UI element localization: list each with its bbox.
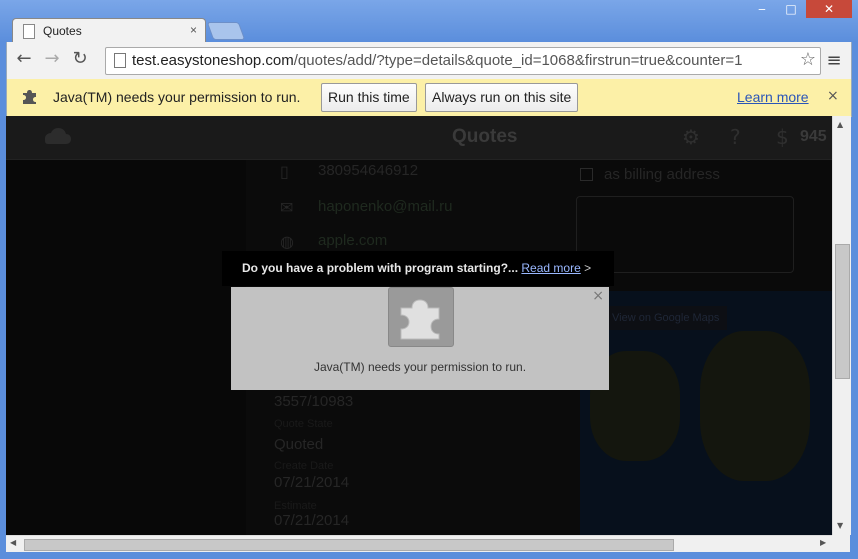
maximize-button[interactable]: □ <box>778 0 804 18</box>
contact-phone: 380954646912 <box>318 162 419 179</box>
reload-button[interactable]: ↻ <box>69 48 91 70</box>
window-frame-right <box>850 42 858 552</box>
plugin-infobar: Java(TM) needs your permission to run. R… <box>6 79 852 117</box>
puzzle-piece-icon <box>23 90 36 104</box>
scroll-left-icon[interactable]: ◀ <box>10 538 16 547</box>
quote-state-value: Quoted <box>274 436 324 453</box>
infobar-message: Java(TM) needs your permission to run. <box>53 89 301 105</box>
tab-close-icon[interactable]: × <box>190 23 197 37</box>
contact-website[interactable]: apple.com <box>318 232 387 249</box>
close-window-button[interactable]: ✕ <box>806 0 852 18</box>
page-icon <box>114 53 126 68</box>
cloud-logo-icon[interactable] <box>42 126 72 146</box>
address-bar[interactable]: test.easystoneshop.com/quotes/add/?type=… <box>105 47 821 75</box>
plugin-box-close-icon[interactable]: × <box>592 288 604 304</box>
mail-icon: ✉ <box>280 198 294 217</box>
scroll-down-icon[interactable]: ▼ <box>837 521 843 530</box>
map-land <box>700 331 810 481</box>
quote-number: 3557/10983 <box>274 393 354 410</box>
page-content: Quotes ⚙ ? $ 945 ▯ 380954646912 ✉ hapone… <box>6 116 832 535</box>
contact-email[interactable]: haponenko@mail.ru <box>318 198 452 215</box>
new-tab-button[interactable] <box>206 22 246 40</box>
bookmark-star-icon[interactable]: ☆ <box>800 49 816 70</box>
create-date-label: Create Date <box>274 460 334 472</box>
back-button[interactable]: ← <box>13 48 35 70</box>
horizontal-scrollbar[interactable]: ◀ ▶ <box>6 535 832 553</box>
app-header: Quotes ⚙ ? $ 945 <box>6 116 832 160</box>
view-on-google-maps-button[interactable]: View on Google Maps <box>604 306 728 330</box>
vertical-scroll-thumb[interactable] <box>835 244 850 379</box>
puzzle-piece-icon <box>400 299 440 340</box>
points-balance: 945 <box>800 128 827 145</box>
globe-icon: ◍ <box>280 232 294 251</box>
scrollbar-corner <box>832 535 850 552</box>
infobar-close-icon[interactable]: × <box>827 88 839 104</box>
billing-label: as billing address <box>604 166 720 183</box>
learn-more-link[interactable]: Learn more <box>737 89 809 105</box>
run-this-time-button[interactable]: Run this time <box>321 83 417 112</box>
left-panel <box>6 160 246 535</box>
minimize-button[interactable]: ‒ <box>748 0 776 18</box>
plugin-permission-box[interactable]: × Java(TM) needs your permission to run. <box>231 287 609 390</box>
tab-title: Quotes <box>43 24 82 38</box>
browser-tab[interactable]: Quotes × <box>12 18 206 43</box>
plugin-help-banner: Do you have a problem with program start… <box>222 251 614 286</box>
horizontal-scroll-thumb[interactable] <box>24 539 674 551</box>
scroll-right-icon[interactable]: ▶ <box>820 538 826 547</box>
plugin-help-question: Do you have a problem with program start… <box>242 261 592 275</box>
vertical-scrollbar[interactable]: ▲ ▼ <box>832 116 851 535</box>
scroll-up-icon[interactable]: ▲ <box>837 120 843 129</box>
estimate-value: 07/21/2014 <box>274 512 350 529</box>
create-date-value: 07/21/2014 <box>274 474 350 491</box>
read-more-arrow: > <box>584 261 592 275</box>
forward-button[interactable]: → <box>41 48 63 70</box>
window-frame-bottom <box>0 552 858 559</box>
help-icon[interactable]: ? <box>730 125 754 149</box>
read-more-link[interactable]: Read more <box>521 261 580 275</box>
page-icon <box>23 24 35 39</box>
settings-gear-icon[interactable]: ⚙ <box>682 125 706 149</box>
phone-icon: ▯ <box>280 162 289 181</box>
coins-icon[interactable]: $ <box>776 125 800 149</box>
estimate-label: Estimate <box>274 500 317 512</box>
always-run-button[interactable]: Always run on this site <box>425 83 579 112</box>
url-text[interactable]: test.easystoneshop.com/quotes/add/?type=… <box>132 52 742 69</box>
plugin-placeholder[interactable] <box>388 287 454 347</box>
app-header-title: Quotes <box>452 126 518 147</box>
quote-state-label: Quote State <box>274 418 333 430</box>
browser-toolbar: ← → ↻ test.easystoneshop.com/quotes/add/… <box>6 42 852 79</box>
browser-menu-icon[interactable]: ≡ <box>824 50 844 71</box>
plugin-box-message: Java(TM) needs your permission to run. <box>313 360 527 374</box>
billing-checkbox[interactable] <box>580 168 593 181</box>
